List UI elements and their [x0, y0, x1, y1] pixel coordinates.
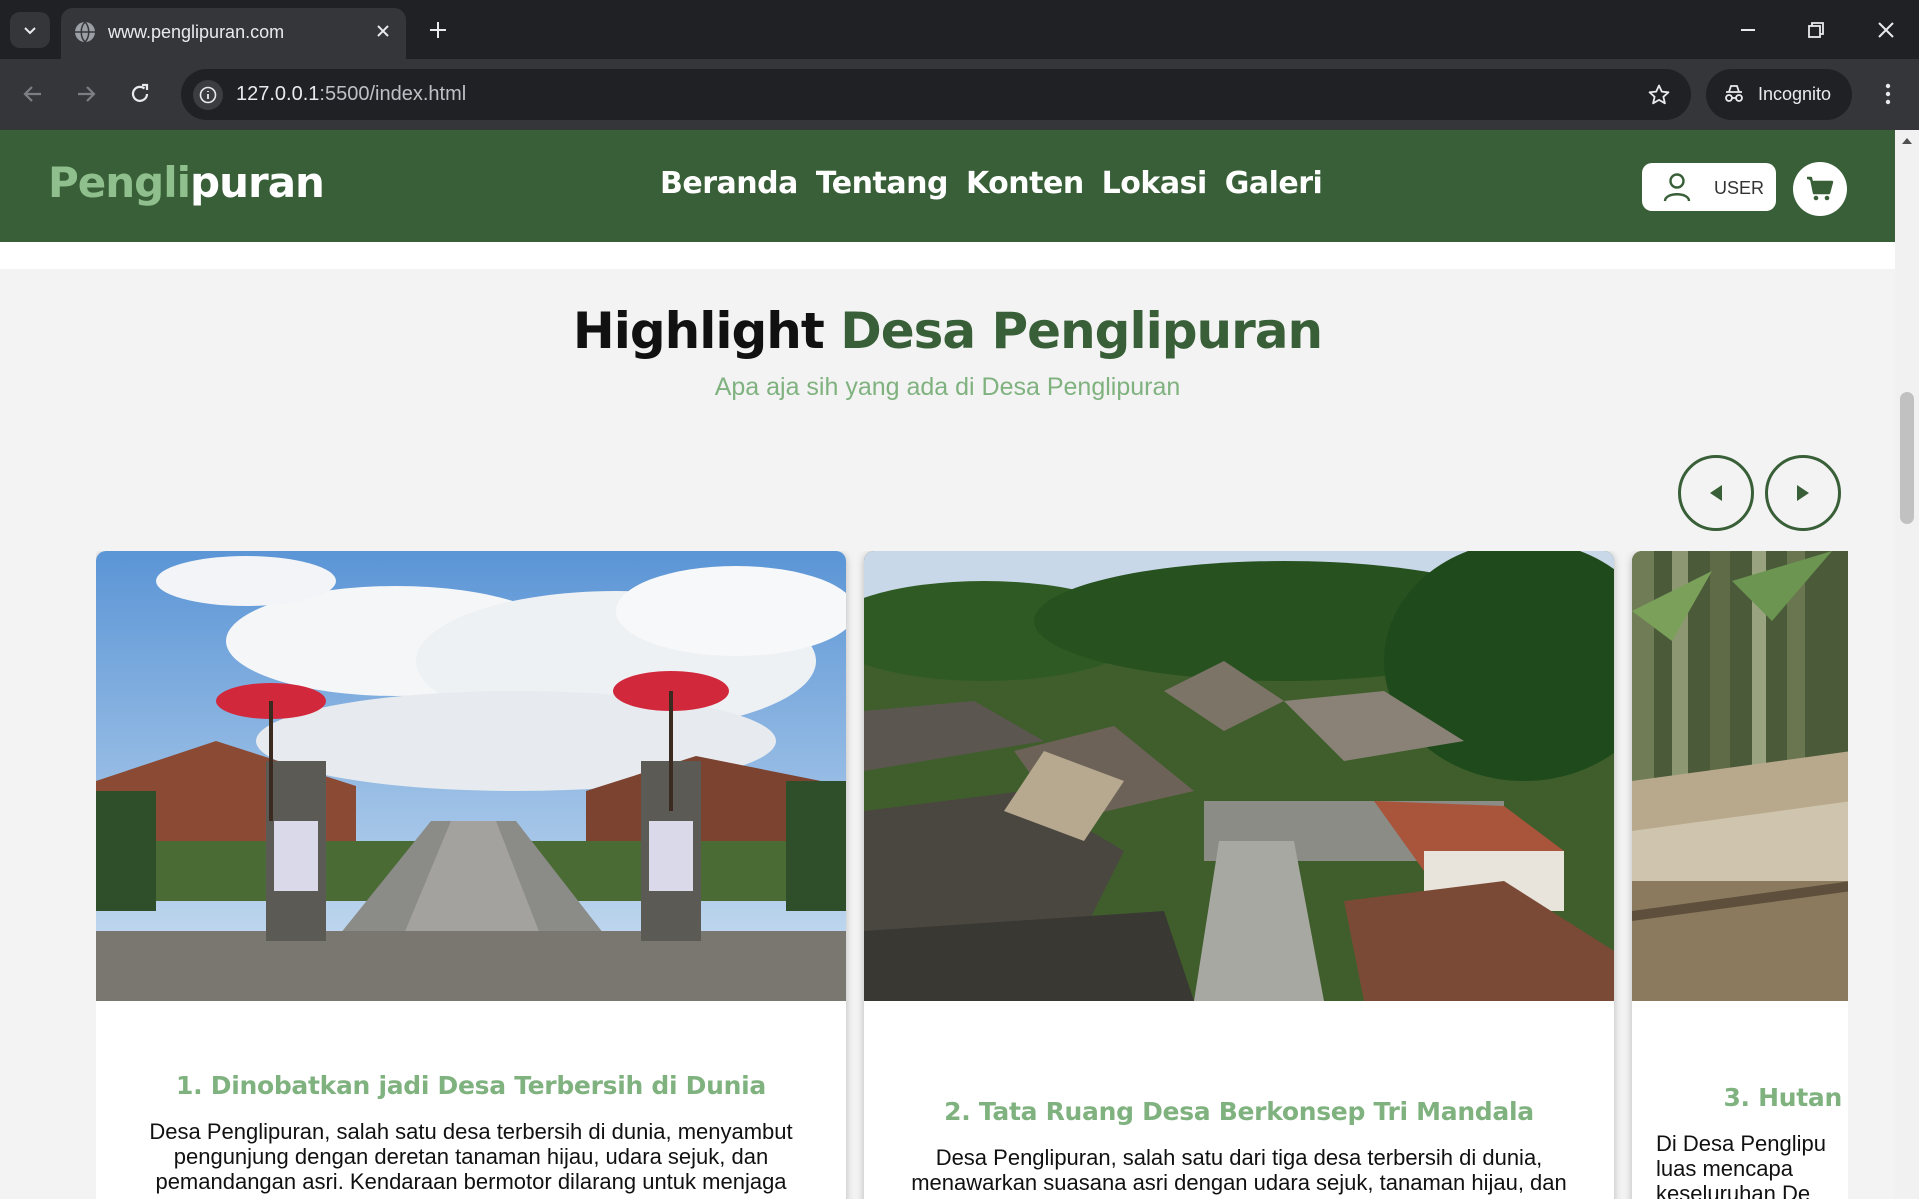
url-path: :5500/index.html	[319, 83, 467, 105]
menu-item-lokasi[interactable]: Lokasi	[1102, 166, 1208, 201]
restore-button[interactable]	[1794, 12, 1838, 48]
card-title: 1. Dinobatkan jadi Desa Terbersih di Dun…	[176, 1071, 766, 1100]
close-window-button[interactable]	[1864, 12, 1908, 48]
browser-toolbar: 127.0.0.1:5500/index.html Incognito	[0, 59, 1919, 130]
info-icon	[199, 86, 217, 104]
cart-icon	[1807, 176, 1834, 201]
main-menu: Beranda Tentang Konten Lokasi Galeri	[660, 166, 1323, 201]
highlight-title: Highlight Desa Penglipuran	[0, 302, 1895, 360]
minimize-button[interactable]	[1726, 12, 1770, 48]
site-info-button[interactable]	[193, 80, 223, 110]
user-label: USER	[1714, 178, 1765, 198]
incognito-icon	[1725, 85, 1743, 102]
menu-item-beranda[interactable]: Beranda	[660, 166, 798, 201]
page-viewport: Penglipuran Beranda Tentang Konten Lokas…	[0, 130, 1895, 1199]
user-button[interactable]: USER	[1642, 163, 1776, 211]
menu-item-galeri[interactable]: Galeri	[1225, 166, 1323, 201]
highlight-title-dark: Highlight	[572, 302, 825, 360]
tab-title: www.penglipuran.com	[108, 22, 285, 42]
browser-tab-bar: www.penglipuran.com	[0, 0, 1919, 59]
card-text: Desa Penglipuran, salah satu desa terber…	[149, 1119, 793, 1194]
incognito-label: Incognito	[1758, 84, 1832, 104]
card-image-village-aerial	[864, 551, 1614, 1001]
section-divider	[0, 242, 1895, 269]
globe-icon	[75, 21, 95, 43]
card-image-village-gate	[96, 551, 846, 1001]
url-host: 127.0.0.1	[236, 83, 320, 105]
restore-icon	[1808, 22, 1824, 38]
more-vertical-icon	[1885, 83, 1891, 105]
arrow-left-icon	[23, 86, 41, 102]
minimize-icon	[1741, 29, 1755, 31]
card-text: Di Desa Penglipu luas mencapa keseluruha…	[1656, 1131, 1826, 1199]
triangle-right-icon	[1797, 485, 1809, 501]
user-icon	[1663, 173, 1691, 202]
cart-button[interactable]	[1793, 162, 1847, 216]
bookmark-button[interactable]	[1645, 81, 1673, 109]
highlight-subtitle: Apa aja sih yang ada di Desa Penglipuran	[714, 373, 1181, 401]
browser-menu-button[interactable]	[1872, 75, 1904, 113]
carousel-next-button[interactable]	[1765, 455, 1841, 531]
highlight-carousel: 1. Dinobatkan jadi Desa Terbersih di Dun…	[96, 551, 1848, 1199]
star-icon	[1648, 84, 1670, 105]
logo-part-1: Pengli	[48, 158, 191, 207]
menu-item-tentang[interactable]: Tentang	[816, 166, 949, 201]
card-text: Desa Penglipuran, salah satu dari tiga d…	[911, 1145, 1567, 1195]
close-icon	[377, 25, 389, 37]
forward-button[interactable]	[67, 75, 105, 113]
reload-button[interactable]	[121, 75, 159, 113]
highlight-card[interactable]: 1. Dinobatkan jadi Desa Terbersih di Dun…	[96, 551, 846, 1199]
incognito-indicator[interactable]: Incognito	[1706, 69, 1852, 120]
highlight-title-green: Desa Penglipuran	[840, 302, 1323, 360]
highlight-card[interactable]: 3. Hutan Di Desa Penglipu luas mencapa k…	[1632, 551, 1848, 1199]
card-title: 2. Tata Ruang Desa Berkonsep Tri Mandala	[944, 1097, 1534, 1126]
carousel-prev-button[interactable]	[1678, 455, 1754, 531]
site-logo[interactable]: Penglipuran	[48, 158, 325, 207]
triangle-left-icon	[1710, 485, 1722, 501]
card-title: 3. Hutan	[1723, 1083, 1842, 1112]
url-text[interactable]: 127.0.0.1:5500/index.html	[236, 83, 466, 106]
scrollbar-thumb[interactable]	[1900, 392, 1914, 524]
new-tab-button[interactable]	[422, 14, 454, 46]
plus-icon	[430, 22, 446, 38]
logo-part-2: puran	[190, 158, 325, 207]
close-icon	[1878, 22, 1894, 38]
highlight-card[interactable]: 2. Tata Ruang Desa Berkonsep Tri Mandala…	[864, 551, 1614, 1199]
tab-search-button[interactable]	[10, 12, 50, 48]
scroll-up-arrow[interactable]	[1902, 138, 1912, 144]
close-tab-button[interactable]	[370, 18, 396, 44]
chevron-down-icon	[24, 27, 36, 35]
address-bar[interactable]: 127.0.0.1:5500/index.html	[181, 69, 1691, 120]
browser-tab[interactable]: www.penglipuran.com	[61, 8, 406, 59]
back-button[interactable]	[14, 75, 52, 113]
arrow-right-icon	[78, 86, 96, 102]
site-navbar: Penglipuran Beranda Tentang Konten Lokas…	[0, 130, 1895, 242]
menu-item-konten[interactable]: Konten	[966, 166, 1084, 201]
card-image-bamboo-forest	[1632, 551, 1848, 1001]
page-scrollbar[interactable]	[1895, 130, 1919, 1199]
reload-icon	[131, 83, 149, 102]
